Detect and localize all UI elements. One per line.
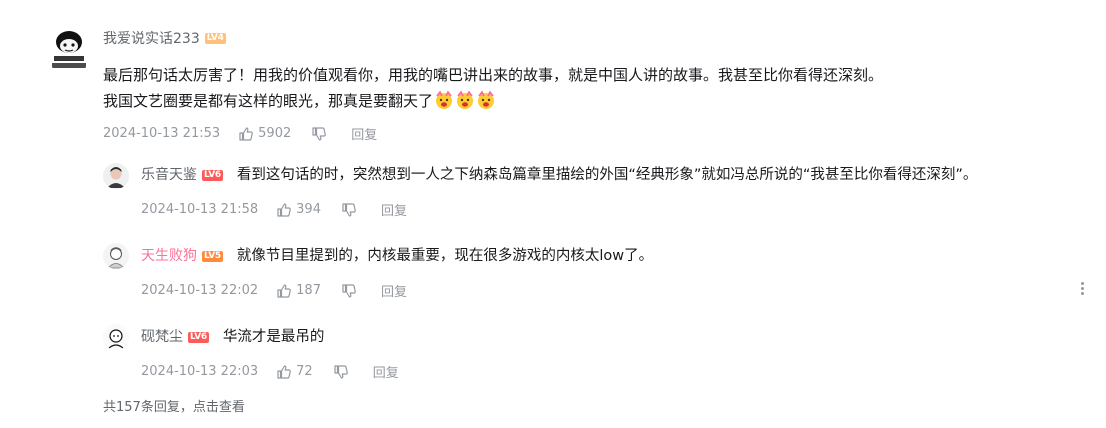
cheering-face-emoji-icon	[455, 90, 475, 110]
like-button[interactable]: 5902	[238, 126, 291, 142]
view-more-link[interactable]: 点击查看	[193, 400, 245, 415]
reply-time: 2024-10-13 21:58	[141, 202, 259, 217]
cheering-face-emoji-icon	[434, 90, 454, 110]
cheering-face-emoji-icon	[476, 90, 496, 110]
comment-text-line-2-content: 我国文艺圈要是都有这样的眼光，那真是要翻天了	[103, 92, 434, 110]
reply-username[interactable]: 砚梵尘	[141, 327, 183, 347]
thumbs-up-icon	[277, 283, 291, 298]
thumbs-down-icon	[342, 202, 356, 217]
level-badge: LV6	[188, 331, 209, 343]
level-badge: LV5	[202, 250, 223, 262]
dislike-button[interactable]	[311, 126, 331, 142]
reply-button[interactable]: 回复	[373, 362, 399, 381]
thumbs-down-icon	[334, 364, 348, 379]
thumbs-down-icon	[342, 283, 356, 298]
reply-time: 2024-10-13 22:02	[141, 283, 259, 298]
reply-username[interactable]: 乐音天鉴	[141, 165, 197, 185]
comment-header: 我爱说实话233 LV4	[103, 28, 226, 48]
reply-button[interactable]: 回复	[381, 281, 407, 300]
like-count: 72	[296, 364, 313, 379]
reply-button[interactable]: 回复	[351, 124, 377, 143]
reply-content: 乐音天鉴 LV6 看到这句话的时，突然想到一人之下纳森岛篇章里描绘的外国“经典形…	[141, 165, 977, 185]
like-button[interactable]: 72	[276, 364, 313, 380]
reply-avatar[interactable]	[103, 324, 129, 350]
reply-content: 天生败狗 LV5 就像节目里提到的，内核最重要，现在很多游戏的内核太low了。	[141, 246, 653, 266]
like-button[interactable]: 187	[276, 283, 321, 299]
view-more-replies: 共157条回复，点击查看	[103, 396, 245, 415]
like-count: 5902	[258, 126, 292, 141]
user-avatar[interactable]	[44, 24, 94, 74]
reply-count-text: 共157条回复，	[103, 400, 193, 415]
comment-text-line-2: 我国文艺圈要是都有这样的眼光，那真是要翻天了	[103, 88, 1083, 114]
thumbs-up-icon	[277, 364, 291, 379]
reply-avatar[interactable]	[103, 243, 129, 269]
comment-text-line-1: 最后那句话太厉害了！用我的价值观看你，用我的嘴巴讲出来的故事，就是中国人讲的故事…	[103, 66, 884, 84]
reply-meta: 2024-10-13 22:02 187 回复	[141, 281, 407, 300]
reply-username[interactable]: 天生败狗	[141, 246, 197, 266]
reply-button[interactable]: 回复	[381, 200, 407, 219]
comment-text: 最后那句话太厉害了！用我的价值观看你，用我的嘴巴讲出来的故事，就是中国人讲的故事…	[103, 62, 1083, 114]
reply-text: 华流才是最吊的	[222, 329, 325, 345]
reply-content: 砚梵尘 LV6 华流才是最吊的	[141, 327, 324, 347]
like-count: 187	[296, 283, 321, 298]
dislike-button[interactable]	[341, 202, 361, 218]
thumbs-up-icon	[239, 126, 253, 141]
comment-time: 2024-10-13 21:53	[103, 126, 221, 141]
thumbs-down-icon	[312, 126, 327, 141]
more-options-icon[interactable]	[1080, 282, 1086, 296]
comment-meta: 2024-10-13 21:53 5902 回复	[103, 124, 377, 143]
reply-time: 2024-10-13 22:03	[141, 364, 259, 379]
reply-avatar[interactable]	[103, 163, 129, 189]
level-badge: LV6	[202, 169, 223, 181]
dislike-button[interactable]	[341, 283, 361, 299]
thumbs-up-icon	[277, 202, 291, 217]
reply-meta: 2024-10-13 22:03 72 回复	[141, 362, 399, 381]
dislike-button[interactable]	[333, 364, 353, 380]
comment-thread: 我爱说实话233 LV4 最后那句话太厉害了！用我的价值观看你，用我的嘴巴讲出来…	[0, 0, 1106, 428]
username[interactable]: 我爱说实话233	[103, 28, 200, 48]
reply-text: 看到这句话的时，突然想到一人之下纳森岛篇章里描绘的外国“经典形象”就如冯总所说的…	[236, 167, 978, 183]
like-count: 394	[296, 202, 321, 217]
reply-meta: 2024-10-13 21:58 394 回复	[141, 200, 407, 219]
level-badge: LV4	[204, 32, 226, 44]
like-button[interactable]: 394	[276, 202, 321, 218]
reply-text: 就像节目里提到的，内核最重要，现在很多游戏的内核太low了。	[236, 248, 654, 264]
